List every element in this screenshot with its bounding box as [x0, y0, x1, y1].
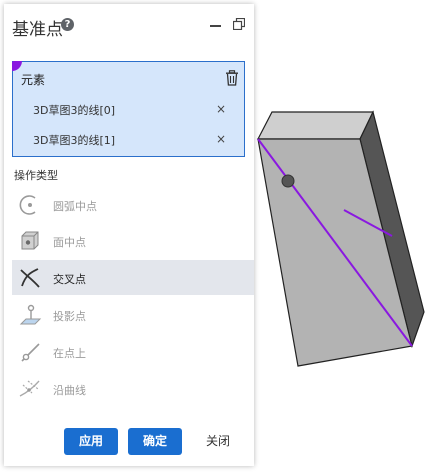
operation-label: 交叉点 — [53, 273, 86, 286]
along-curve-icon — [19, 380, 40, 397]
close-button[interactable]: 关闭 — [194, 428, 242, 455]
panel-title: 基准点 — [12, 20, 63, 40]
help-icon[interactable]: ? — [61, 18, 74, 31]
operation-type-label: 操作类型 — [14, 169, 58, 182]
operation-on-point[interactable]: 在点上 — [12, 334, 254, 369]
operation-intersection[interactable]: 交叉点 — [12, 260, 254, 295]
panel-header: 基准点 ? — [4, 4, 254, 48]
operation-arc-midpoint[interactable]: 圆弧中点 — [12, 187, 254, 222]
arc-midpoint-icon — [19, 195, 36, 215]
operation-label: 沿曲线 — [53, 384, 86, 397]
selection-item[interactable]: 3D草图3的线[0] — [33, 102, 115, 118]
operation-face-midpoint[interactable]: 面中点 — [12, 223, 254, 258]
remove-item-button[interactable]: × — [216, 132, 226, 146]
operation-label: 圆弧中点 — [53, 200, 97, 213]
datum-point-panel: 基准点 ? 元素 3D草图3的线[0] × 3D草图3的线[1] × 操作类型 … — [4, 4, 254, 466]
on-point-icon — [21, 343, 40, 362]
intersection-icon — [20, 268, 40, 288]
operation-label: 投影点 — [53, 310, 86, 323]
face-midpoint-icon — [21, 231, 39, 250]
operation-along-curve[interactable]: 沿曲线 — [12, 371, 254, 406]
operation-projection-point[interactable]: 投影点 — [12, 297, 254, 332]
ok-button[interactable]: 确定 — [128, 428, 182, 455]
apply-button[interactable]: 应用 — [64, 428, 118, 455]
element-selection-box[interactable]: 元素 3D草图3的线[0] × 3D草图3的线[1] × — [12, 61, 245, 157]
trash-icon[interactable] — [225, 70, 239, 86]
projection-point-icon — [19, 304, 42, 325]
restore-icon[interactable] — [233, 18, 245, 30]
operation-label: 面中点 — [53, 236, 86, 249]
minimize-icon[interactable] — [210, 25, 221, 27]
selection-item[interactable]: 3D草图3的线[1] — [33, 132, 115, 148]
intersection-point-marker[interactable] — [281, 174, 295, 188]
remove-item-button[interactable]: × — [216, 102, 226, 116]
3d-viewport[interactable] — [254, 0, 430, 473]
box-top-face — [257, 111, 374, 140]
selection-active-marker — [12, 61, 22, 71]
selection-title: 元素 — [21, 73, 46, 87]
operation-label: 在点上 — [53, 347, 86, 360]
